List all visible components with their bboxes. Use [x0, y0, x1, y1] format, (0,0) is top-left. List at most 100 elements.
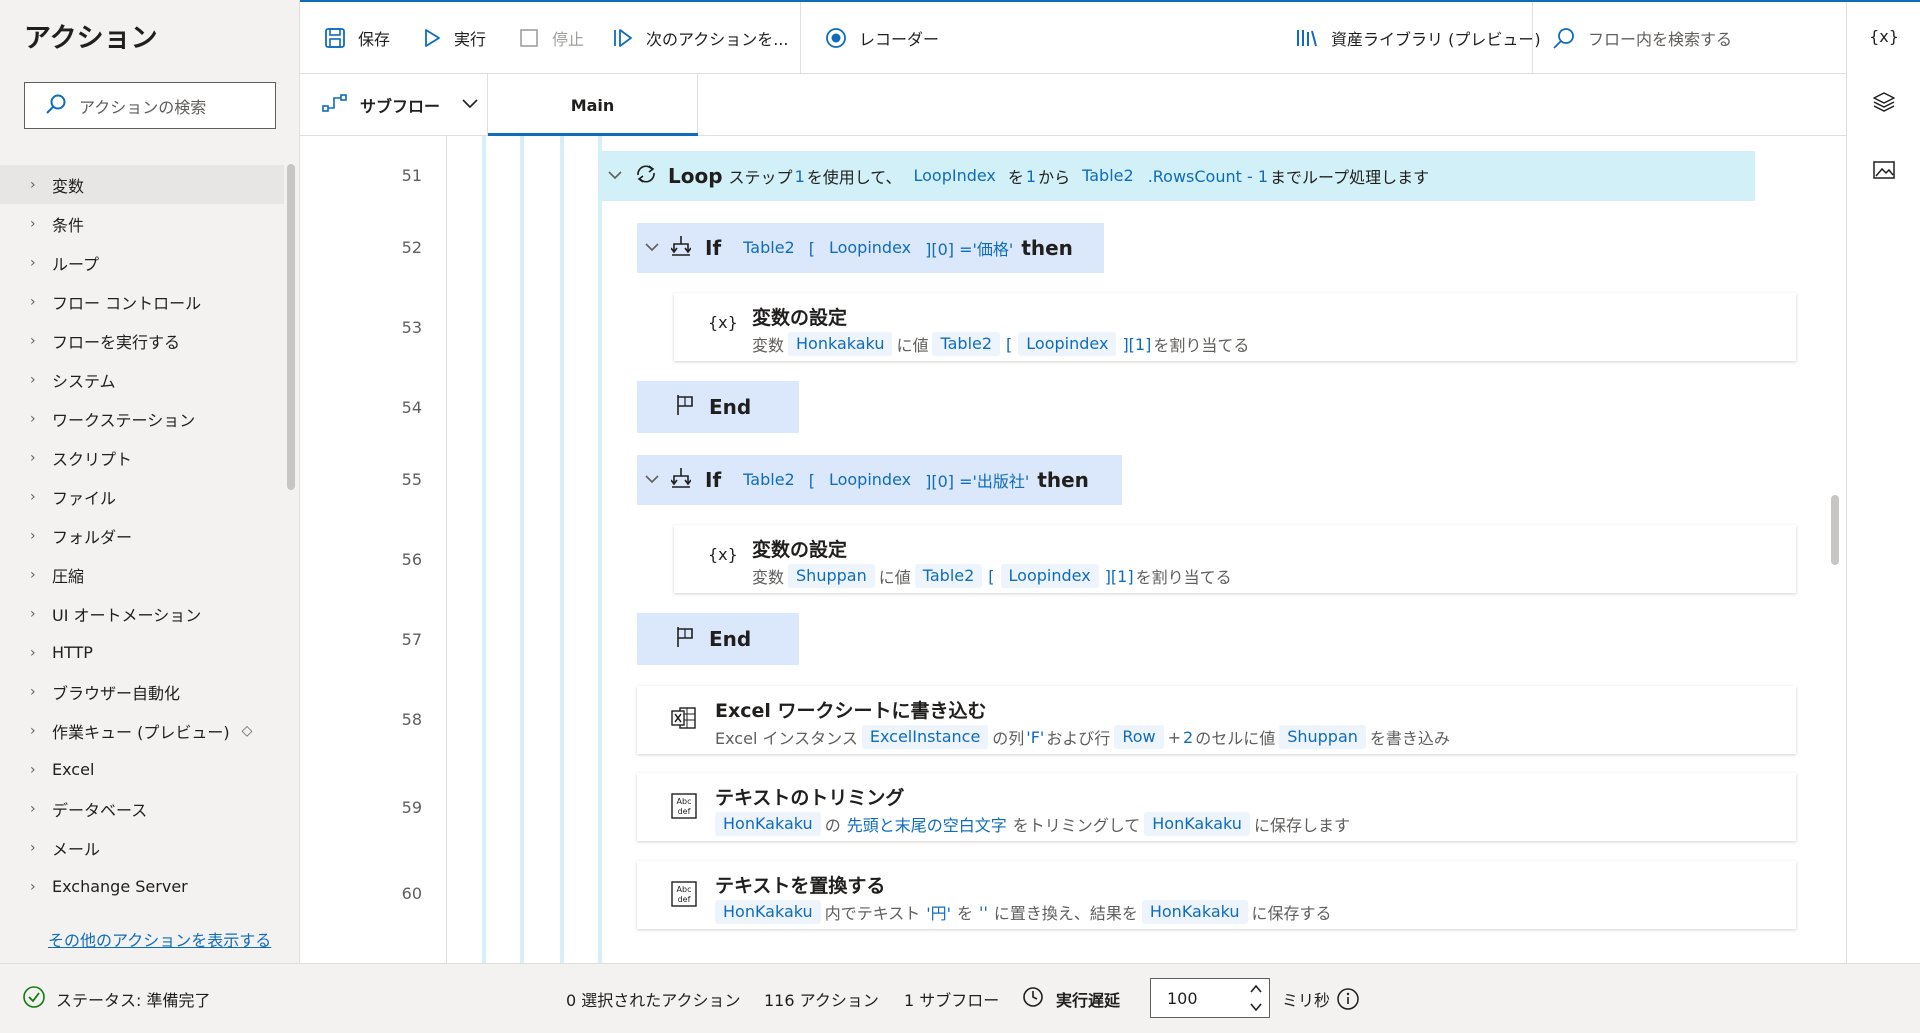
desc-bracket: [	[988, 566, 995, 586]
category-database[interactable]: › データベース	[0, 789, 284, 828]
variables-pane-button[interactable]: {x}	[1847, 16, 1920, 56]
category-label: メール	[52, 839, 101, 859]
nesting-guide	[520, 136, 524, 963]
chevron-right-icon: ›	[30, 527, 36, 544]
desc-text: を割り当てる	[1135, 568, 1232, 587]
layers-icon	[1872, 91, 1896, 117]
delay-unit-label: ミリ秒	[1282, 991, 1331, 1010]
if-bracket: [	[808, 238, 815, 258]
category-scripting[interactable]: › スクリプト	[0, 438, 284, 477]
flow-search-placeholder: フロー内を検索する	[1588, 30, 1733, 49]
asset-library-label: 資産ライブラリ (プレビュー)	[1331, 30, 1541, 49]
if-action-block[interactable]: If Table2 [ Loopindex ][0] ='価格' then	[637, 223, 1104, 273]
category-browser-automation[interactable]: › ブラウザー自動化	[0, 672, 284, 711]
search-icon	[45, 93, 67, 119]
loop-table-variable: Table2	[1082, 166, 1134, 185]
run-delay-label: 実行遅延	[1056, 991, 1121, 1010]
variable-token: Shuppan	[1279, 725, 1366, 749]
chevron-right-icon: ›	[30, 254, 36, 271]
flow-search-input[interactable]: フロー内を検索する	[1552, 2, 1732, 74]
category-conditions[interactable]: › 条件	[0, 204, 284, 243]
category-loops[interactable]: › ループ	[0, 243, 284, 282]
variable-token: Loopindex	[1018, 332, 1117, 356]
category-work-queues[interactable]: › 作業キュー (プレビュー) ◇	[0, 711, 284, 750]
save-button[interactable]: 保存	[324, 2, 390, 74]
stop-button[interactable]: 停止	[518, 2, 584, 74]
spinner-arrows-icon[interactable]	[1249, 981, 1263, 1020]
total-actions-count: 116 アクション	[764, 991, 879, 1010]
if-index-variable: Loopindex	[828, 470, 912, 489]
if-action-block[interactable]: If Table2 [ Loopindex ][0] ='出版社' then	[637, 455, 1122, 505]
desc-text: を割り当てる	[1153, 336, 1250, 355]
if-keyword: If	[705, 468, 722, 492]
category-email[interactable]: › メール	[0, 828, 284, 867]
category-label: ブラウザー自動化	[52, 683, 181, 703]
action-description: HonKakaku の 先頭と末尾の空白文字 をトリミングして HonKakak…	[711, 812, 1350, 836]
info-icon[interactable]	[1336, 964, 1360, 1033]
stop-icon	[518, 27, 540, 49]
tab-main[interactable]: Main	[488, 74, 698, 136]
category-flow-control[interactable]: › フロー コントロール	[0, 282, 284, 321]
desc-text: に保存します	[1253, 816, 1350, 835]
set-variable-action-card[interactable]: {x} 変数の設定 変数 Honkakaku に値 Table2 [ Loopi…	[674, 293, 1796, 361]
category-label: Excel	[52, 760, 95, 779]
search-icon	[1552, 26, 1576, 50]
ui-elements-pane-button[interactable]	[1847, 84, 1920, 124]
category-compression[interactable]: › 圧縮	[0, 555, 284, 594]
next-action-button[interactable]: 次のアクションを...	[612, 2, 788, 74]
variable-icon: {x}	[708, 313, 738, 332]
excel-write-action-card[interactable]: Excel ワークシートに書き込む Excel インスタンス ExcelInst…	[637, 686, 1796, 754]
chevron-right-icon: ›	[30, 176, 36, 193]
right-rail: {x}	[1846, 2, 1920, 963]
asset-library-button[interactable]: 資産ライブラリ (プレビュー)	[1295, 2, 1541, 74]
end-block[interactable]: End	[637, 613, 799, 665]
category-http[interactable]: › HTTP	[0, 633, 284, 672]
category-excel[interactable]: › Excel	[0, 750, 284, 789]
replace-text-action-card[interactable]: Abc def テキストを置換する HonKakaku 内でテキスト '円' を …	[637, 861, 1796, 929]
category-workstation[interactable]: › ワークステーション	[0, 399, 284, 438]
collapse-chevron-icon	[645, 473, 659, 488]
variable-token: ExcelInstance	[861, 725, 989, 749]
actions-search-input[interactable]: アクションの検索	[24, 82, 276, 129]
run-delay-input[interactable]: 100	[1150, 978, 1270, 1018]
save-icon	[324, 27, 346, 49]
category-system[interactable]: › システム	[0, 360, 284, 399]
category-exchange-server[interactable]: › Exchange Server	[0, 867, 284, 906]
category-label: ワークステーション	[52, 410, 196, 430]
category-file[interactable]: › ファイル	[0, 477, 284, 516]
category-variables[interactable]: › 変数	[0, 165, 284, 204]
desc-text: に値	[896, 336, 929, 355]
desc-text: を	[957, 904, 974, 923]
canvas-scrollbar[interactable]	[1831, 495, 1839, 565]
set-variable-action-card[interactable]: {x} 変数の設定 変数 Shuppan に値 Table2 [ Loopind…	[674, 525, 1796, 593]
premium-diamond-icon: ◇	[241, 722, 253, 739]
category-label: ファイル	[52, 488, 117, 508]
actions-scrollbar[interactable]	[287, 164, 295, 490]
category-run-flow[interactable]: › フローを実行する	[0, 321, 284, 360]
run-button[interactable]: 実行	[422, 2, 486, 74]
end-block[interactable]: End	[637, 381, 799, 433]
chevron-right-icon: ›	[30, 293, 36, 310]
images-pane-button[interactable]	[1847, 152, 1920, 192]
flow-designer-canvas: 51 52 53 54 55 56 57 58 59 60 Loop ステップ …	[300, 136, 1846, 963]
subflows-dropdown[interactable]: サブフロー	[300, 74, 488, 136]
chevron-right-icon: ›	[30, 683, 36, 700]
loop-text: を使用して、	[806, 168, 902, 187]
action-category-list: › 変数 › 条件 › ループ › フロー コントロール › フローを実行する › システム…	[0, 165, 284, 906]
more-actions-link[interactable]: その他のアクションを表示する	[48, 927, 271, 951]
toolbar: 保存 実行 停止 次のアクションを... レコーダー 資産ライブラリ (プレビュ…	[300, 2, 1846, 74]
line-number: 51	[401, 166, 422, 185]
variable-token: Shuppan	[788, 564, 875, 588]
trim-text-action-card[interactable]: Abc def テキストのトリミング HonKakaku の 先頭と末尾の空白文字…	[637, 773, 1796, 841]
line-number: 57	[401, 630, 422, 649]
nesting-guide	[482, 136, 486, 963]
loop-keyword: Loop	[668, 164, 723, 188]
category-folder[interactable]: › フォルダー	[0, 516, 284, 555]
stop-label: 停止	[552, 30, 585, 49]
recorder-button[interactable]: レコーダー	[825, 2, 939, 74]
if-table-variable: Table2	[743, 470, 795, 489]
desc-text: をトリミングして	[1012, 816, 1141, 835]
action-title: 変数の設定	[752, 307, 848, 329]
loop-action-block[interactable]: Loop ステップ 1 を使用して、 LoopIndex を 1 から Tabl…	[600, 151, 1755, 201]
category-ui-automation[interactable]: › UI オートメーション	[0, 594, 284, 633]
